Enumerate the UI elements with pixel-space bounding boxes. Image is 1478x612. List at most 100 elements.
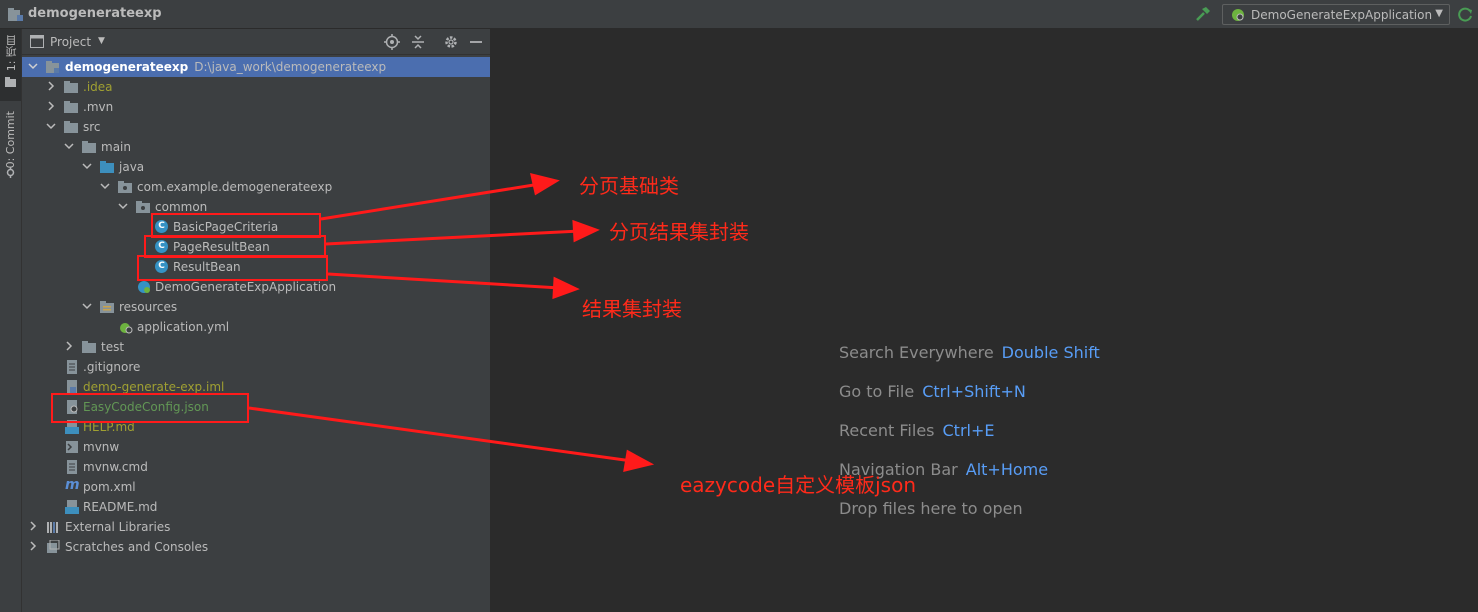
- tree-label: README.md: [83, 500, 158, 514]
- chevron-right-icon[interactable]: [28, 541, 38, 551]
- tree-item-idea[interactable]: .idea: [22, 77, 490, 97]
- left-tool-stripe: 1: 项目 0: Commit: [0, 29, 22, 612]
- chevron-down-icon[interactable]: [82, 301, 92, 311]
- tree-label: .gitignore: [83, 360, 141, 374]
- tree-item-package[interactable]: com.example.demogenerateexp: [22, 177, 490, 197]
- chevron-right-icon[interactable]: [46, 81, 56, 91]
- hint-label: Recent Files: [839, 421, 935, 440]
- tree-item-main[interactable]: main: [22, 137, 490, 157]
- project-panel-header: Project ▼: [22, 29, 490, 55]
- project-view-icon: [30, 35, 44, 48]
- hint-search-everywhere: Search Everywhere Double Shift: [839, 343, 1100, 362]
- rerun-icon[interactable]: [1458, 7, 1474, 23]
- folder-icon: [82, 141, 96, 153]
- tree-label: .mvn: [83, 100, 114, 114]
- tree-item-application-yml[interactable]: application.yml: [22, 317, 490, 337]
- tree-label: Scratches and Consoles: [65, 540, 209, 554]
- scratches-icon: [47, 540, 60, 553]
- tree-label: common: [155, 200, 208, 214]
- project-title[interactable]: demogenerateexp: [28, 6, 162, 21]
- chevron-down-icon[interactable]: [28, 61, 38, 71]
- text-file-icon: [67, 460, 77, 474]
- hint-shortcut: Ctrl+Shift+N: [922, 382, 1026, 401]
- project-panel: Project ▼ demogenerateexp D:\java_work\de…: [22, 29, 490, 612]
- text-file-icon: [67, 360, 77, 374]
- hint-recent-files: Recent Files Ctrl+E: [839, 421, 994, 440]
- hint-label: Drop files here to open: [839, 499, 1023, 518]
- hint-shortcut: Ctrl+E: [942, 421, 995, 440]
- hint-go-to-file: Go to File Ctrl+Shift+N: [839, 382, 1026, 401]
- tree-item-external-libraries[interactable]: External Libraries: [22, 517, 490, 537]
- tree-item-gitignore[interactable]: .gitignore: [22, 357, 490, 377]
- tree-label: src: [83, 120, 101, 134]
- tree-label: java: [119, 160, 145, 174]
- folder-icon: [64, 81, 78, 93]
- tree-item-resources[interactable]: resources: [22, 297, 490, 317]
- tree-item-readme[interactable]: README.md: [22, 497, 490, 517]
- tree-item-mvnw[interactable]: mvnw: [22, 437, 490, 457]
- hint-shortcut: Alt+Home: [965, 460, 1049, 479]
- chevron-down-icon[interactable]: [100, 181, 110, 191]
- tree-label: test: [101, 340, 125, 354]
- run-configuration-label: DemoGenerateExpApplication: [1251, 8, 1433, 22]
- project-tab-label: 1: 项目: [5, 35, 18, 72]
- run-configuration-select[interactable]: DemoGenerateExpApplication ▼: [1222, 4, 1450, 25]
- folder-icon: [5, 77, 16, 87]
- locate-icon[interactable]: [384, 34, 400, 50]
- tree-label: com.example.demogenerateexp: [137, 180, 333, 194]
- tree-item-java[interactable]: java: [22, 157, 490, 177]
- module-folder-icon: [46, 61, 59, 73]
- root-path: D:\java_work\demogenerateexp: [194, 60, 387, 74]
- tree-label: mvnw: [83, 440, 120, 454]
- tree-label: main: [101, 140, 131, 154]
- module-file-icon: [67, 380, 77, 394]
- annotation-box-easycode-config: [51, 393, 249, 423]
- tree-item-root[interactable]: demogenerateexp D:\java_work\demogenerate…: [22, 57, 490, 77]
- chevron-down-icon[interactable]: [64, 141, 74, 151]
- tree-item-test[interactable]: test: [22, 337, 490, 357]
- tree-item-mvnw-cmd[interactable]: mvnw.cmd: [22, 457, 490, 477]
- collapse-all-icon[interactable]: [410, 34, 426, 50]
- minimize-icon[interactable]: [468, 34, 484, 50]
- chevron-down-icon: ▼: [1435, 8, 1443, 19]
- gear-icon[interactable]: [443, 34, 459, 50]
- hint-label: Go to File: [839, 382, 915, 401]
- chevron-down-icon[interactable]: [118, 201, 128, 211]
- source-folder-icon: [100, 161, 114, 173]
- project-view-title[interactable]: Project: [50, 35, 91, 49]
- chevron-right-icon[interactable]: [64, 341, 74, 351]
- commit-tab-label: 0: Commit: [4, 111, 17, 169]
- project-tool-tab[interactable]: 1: 项目: [0, 29, 21, 101]
- annotation-box-result-bean: [137, 255, 328, 281]
- tree-label: resources: [119, 300, 178, 314]
- annotation-page-result-bean: 分页结果集封装: [609, 220, 749, 244]
- tree-item-scratches[interactable]: Scratches and Consoles: [22, 537, 490, 557]
- build-hammer-icon[interactable]: [1194, 6, 1212, 22]
- tree-item-mvn[interactable]: .mvn: [22, 97, 490, 117]
- commit-tool-tab[interactable]: 0: Commit: [0, 105, 21, 181]
- maven-icon: m: [65, 477, 80, 493]
- package-icon: [136, 201, 150, 213]
- hint-drop-files: Drop files here to open: [839, 499, 1023, 518]
- folder-icon: [64, 101, 78, 113]
- chevron-down-icon[interactable]: [82, 161, 92, 171]
- hint-shortcut: Double Shift: [1001, 343, 1100, 362]
- tree-label: mvnw.cmd: [83, 460, 148, 474]
- library-icon: [47, 522, 58, 533]
- chevron-right-icon[interactable]: [28, 521, 38, 531]
- chevron-right-icon[interactable]: [46, 101, 56, 111]
- title-bar: demogenerateexp DemoGenerateExpApplicati…: [0, 0, 1478, 29]
- tree-item-pom[interactable]: m pom.xml: [22, 477, 490, 497]
- chevron-down-icon[interactable]: ▼: [98, 36, 105, 46]
- annotation-basic-page-criteria: 分页基础类: [579, 174, 679, 198]
- tree-item-src[interactable]: src: [22, 117, 490, 137]
- project-folder-icon: [8, 8, 23, 21]
- resources-folder-icon: [100, 301, 114, 313]
- tree-label: DemoGenerateExpApplication: [155, 280, 337, 294]
- root-label: demogenerateexp: [65, 60, 189, 74]
- package-icon: [118, 181, 132, 193]
- spring-boot-icon: [1232, 9, 1244, 21]
- chevron-down-icon[interactable]: [46, 121, 56, 131]
- tree-label: .idea: [83, 80, 113, 94]
- shell-script-icon: [66, 441, 78, 453]
